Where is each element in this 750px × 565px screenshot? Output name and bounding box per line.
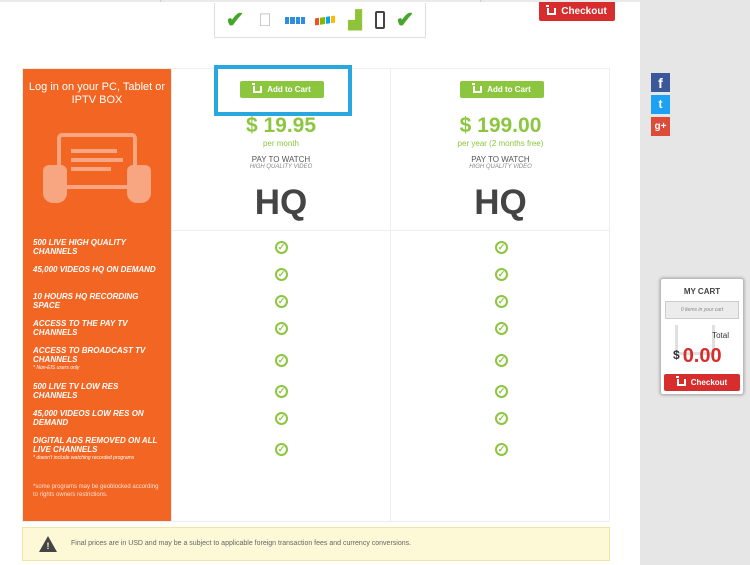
features-column: Log in on your PC, Tablet or IPTV BOX 50… — [23, 69, 171, 521]
pay-to-watch-label: PAY TO WATCH — [251, 155, 311, 164]
plan-price: $ 19.95 — [245, 114, 317, 137]
divider — [160, 0, 161, 2]
check-circle-icon: ✓ — [275, 322, 288, 335]
plan-header: Add to Cart $ 199.00 per year (2 months … — [391, 69, 610, 231]
pay-to-watch-label: PAY TO WATCH — [471, 155, 530, 164]
check-circle-icon: ✓ — [495, 322, 508, 335]
check-circle-icon: ✓ — [495, 295, 508, 308]
cart-checkout-button[interactable]: Checkout — [664, 374, 740, 391]
currency-notice: ! Final prices are in USD and may be a s… — [22, 527, 610, 561]
pricing-table: Log in on your PC, Tablet or IPTV BOX 50… — [22, 68, 610, 522]
tablet-icon — [43, 133, 151, 207]
cart-total-amount: $0.00 — [673, 345, 722, 367]
feature-item: DIGITAL ADS REMOVED ON ALL LIVE CHANNELS… — [33, 436, 158, 461]
check-circle-icon: ✓ — [275, 241, 288, 254]
feature-item: 45,000 VIDEOS HQ ON DEMAND — [33, 265, 156, 274]
windows8-icon — [285, 9, 305, 31]
notice-text: Final prices are in USD and may be a sub… — [71, 540, 412, 547]
phone-icon — [375, 11, 385, 29]
cart-icon — [472, 83, 483, 93]
facebook-icon[interactable]: f — [651, 73, 670, 92]
twitter-icon[interactable]: t — [651, 95, 670, 114]
check-circle-icon: ✓ — [275, 295, 288, 308]
cart-items-count: 0 items in your cart — [665, 301, 739, 319]
plan-yearly: Add to Cart $ 199.00 per year (2 months … — [390, 69, 610, 521]
feature-item: 500 LIVE TV LOW RES CHANNELS — [33, 382, 119, 400]
feature-item: 500 LIVE HIGH QUALITY CHANNELS — [33, 238, 126, 256]
checkout-label: Checkout — [561, 6, 607, 17]
check-circle-icon: ✓ — [495, 412, 508, 425]
plan-period: per month — [262, 139, 300, 148]
geoblock-note: *some programs may be geoblocked accordi… — [33, 484, 159, 498]
apple-icon:  — [255, 9, 275, 31]
highlight-box — [214, 65, 352, 116]
feature-item: 10 HOURS HQ RECORDING SPACE — [33, 292, 139, 310]
divider — [480, 0, 481, 2]
windows-icon — [315, 9, 335, 31]
check-circle-icon: ✓ — [495, 385, 508, 398]
check-circle-icon: ✓ — [495, 443, 508, 456]
check-icon: ✔ — [225, 7, 245, 32]
check-icon: ✔ — [395, 7, 415, 32]
check-circle-icon: ✓ — [275, 412, 288, 425]
check-circle-icon: ✓ — [495, 354, 508, 367]
cart-icon — [675, 376, 686, 386]
plan-price: $ 199.00 — [459, 114, 542, 137]
quality-label: HIGH QUALITY VIDEO — [249, 164, 313, 170]
platform-strip: ✔  ▟ ✔ — [214, 3, 426, 38]
feature-item: ACCESS TO THE PAY TV CHANNELS — [33, 319, 128, 337]
hq-badge: HQ — [254, 183, 308, 222]
cart-total-label: Total — [712, 331, 729, 340]
add-to-cart-button[interactable]: Add to Cart — [460, 81, 544, 98]
check-circle-icon: ✓ — [275, 268, 288, 281]
check-circle-icon: ✓ — [495, 241, 508, 254]
google-plus-icon[interactable]: g+ — [651, 117, 670, 136]
hq-badge: HQ — [474, 183, 527, 222]
check-circle-icon: ✓ — [275, 354, 288, 367]
my-cart-widget: MY CART 0 items in your cart Total $0.00… — [660, 278, 744, 395]
plan-monthly: Add to Cart $ 19.95 per month PAY TO WAT… — [171, 69, 390, 521]
check-circle-icon: ✓ — [495, 268, 508, 281]
plan-period: per year (2 months free) — [457, 139, 544, 148]
check-circle-icon: ✓ — [275, 385, 288, 398]
checkout-button[interactable]: Checkout — [539, 2, 615, 21]
feature-item: ACCESS TO BROADCAST TV CHANNELS * Non-EIS… — [33, 346, 146, 371]
android-icon: ▟ — [348, 9, 362, 30]
cart-title: MY CART — [683, 287, 721, 296]
page: ✔  ▟ ✔ Checkout Log in on your PC, Tabl… — [0, 0, 640, 565]
login-intro: Log in on your PC, Tablet or IPTV BOX — [28, 81, 166, 106]
feature-item: 45,000 VIDEOS LOW RES ON DEMAND — [33, 409, 144, 427]
cart-icon — [546, 5, 557, 15]
social-links: f t g+ — [651, 73, 670, 139]
check-circle-icon: ✓ — [275, 443, 288, 456]
quality-label: HIGH QUALITY VIDEO — [469, 164, 532, 170]
